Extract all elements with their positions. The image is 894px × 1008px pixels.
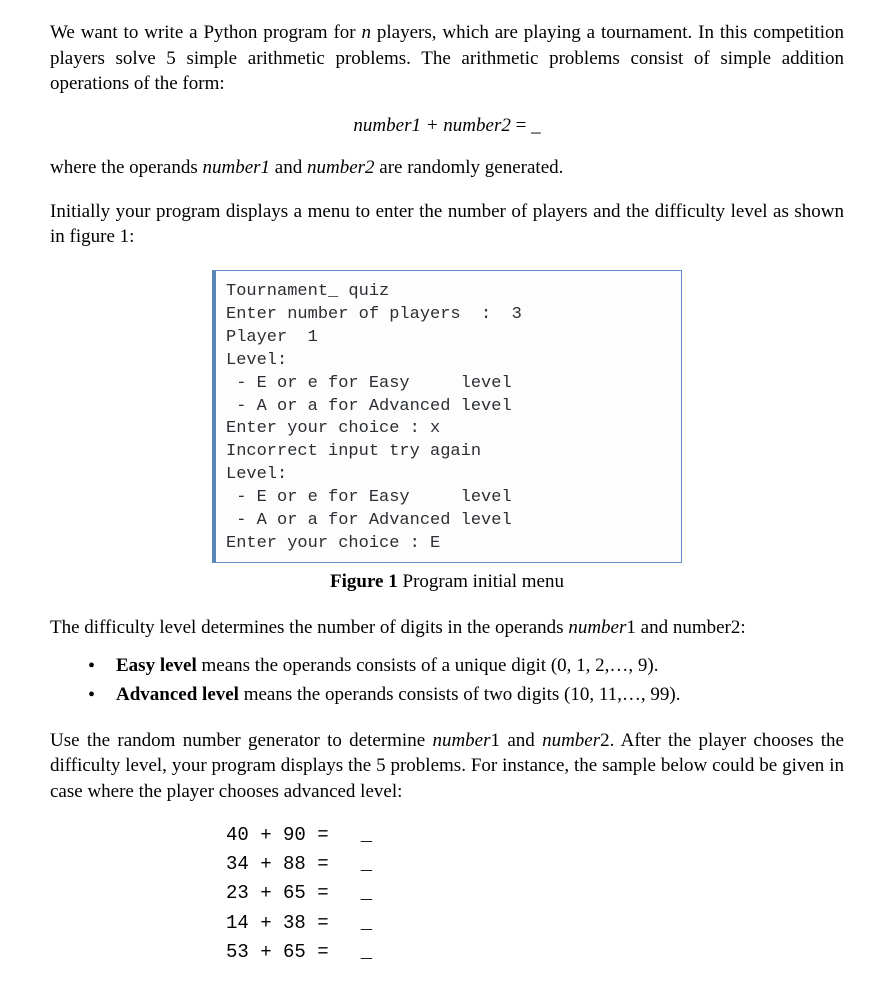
operands-b: are randomly generated.	[375, 157, 564, 178]
terminal-output: Tournament_ quizEnter number of players …	[212, 270, 682, 563]
term-line: - A or a for Advanced level	[226, 510, 671, 533]
operand-a: 34	[226, 853, 249, 875]
answer-blank: _	[351, 909, 381, 938]
advanced-label: Advanced level	[116, 684, 239, 705]
problem-row: 23 + 65 = _	[226, 879, 844, 908]
list-item: Advanced level means the operands consis…	[88, 680, 844, 709]
term-line: - A or a for Advanced level	[226, 396, 671, 419]
difficulty-paragraph: The difficulty level determines the numb…	[50, 615, 844, 641]
term-line: Enter your choice : E	[226, 533, 671, 556]
answer-blank: _	[351, 938, 381, 967]
difficulty-n2sub: 2:	[731, 617, 746, 638]
operand-a: 14	[226, 912, 249, 934]
formula: number1 + number2 = _	[50, 115, 844, 137]
figure-caption-label: Figure 1	[330, 571, 398, 592]
problem-row: 53 + 65 = _	[226, 938, 844, 967]
term-line: Player 1	[226, 327, 671, 350]
difficulty-n1sub: 1 and number	[626, 617, 730, 638]
intro-paragraph: We want to write a Python program for n …	[50, 20, 844, 97]
term-line: Enter your choice : x	[226, 418, 671, 441]
term-line: Tournament_ quiz	[226, 281, 671, 304]
rng-paragraph: Use the random number generator to deter…	[50, 728, 844, 805]
term-line: Incorrect input try again	[226, 441, 671, 464]
rng-n2: number	[542, 730, 600, 751]
operand-a: 53	[226, 941, 249, 963]
rng-n1: number	[432, 730, 490, 751]
sample-problems: 40 + 90 = _ 34 + 88 = _ 23 + 65 = _ 14 +…	[226, 821, 844, 968]
answer-blank: _	[351, 821, 381, 850]
document-page: We want to write a Python program for n …	[0, 0, 894, 1008]
formula-eq: =	[511, 115, 531, 136]
levels-list: Easy level means the operands consists o…	[88, 651, 844, 710]
problem-row: 14 + 38 = _	[226, 909, 844, 938]
operand-a: 40	[226, 824, 249, 846]
operand-b: 88	[283, 853, 306, 875]
operands-n1: number1	[202, 157, 270, 178]
formula-blank: _	[531, 115, 541, 136]
rng-one: 1 and	[491, 730, 543, 751]
answer-blank: _	[351, 879, 381, 908]
problem-row: 34 + 88 = _	[226, 850, 844, 879]
operand-a: 23	[226, 882, 249, 904]
operand-b: 90	[283, 824, 306, 846]
operand-b: 65	[283, 882, 306, 904]
menu-intro-paragraph: Initially your program displays a menu t…	[50, 199, 844, 250]
term-line: - E or e for Easy level	[226, 373, 671, 396]
easy-rest: means the operands consists of a unique …	[197, 655, 659, 676]
intro-n: n	[362, 22, 372, 43]
term-line: Enter number of players : 3	[226, 304, 671, 327]
operand-b: 38	[283, 912, 306, 934]
answer-blank: _	[351, 850, 381, 879]
rng-a: Use the random number generator to deter…	[50, 730, 432, 751]
figure-caption: Figure 1 Program initial menu	[50, 571, 844, 593]
operands-paragraph: where the operands number1 and number2 a…	[50, 155, 844, 181]
operands-n2: number2	[307, 157, 375, 178]
advanced-rest: means the operands consists of two digit…	[239, 684, 681, 705]
easy-label: Easy level	[116, 655, 197, 676]
difficulty-a: The difficulty level determines the numb…	[50, 617, 568, 638]
operands-a: where the operands	[50, 157, 202, 178]
problem-row: 40 + 90 = _	[226, 821, 844, 850]
difficulty-n1: number	[568, 617, 626, 638]
term-line: - E or e for Easy level	[226, 487, 671, 510]
operand-b: 65	[283, 941, 306, 963]
figure-caption-text: Program initial menu	[398, 571, 564, 592]
list-item: Easy level means the operands consists o…	[88, 651, 844, 680]
term-line: Level:	[226, 350, 671, 373]
formula-lhs: number1 + number2	[353, 115, 510, 136]
intro-text-a: We want to write a Python program for	[50, 22, 362, 43]
term-line: Level:	[226, 464, 671, 487]
operands-mid: and	[270, 157, 307, 178]
